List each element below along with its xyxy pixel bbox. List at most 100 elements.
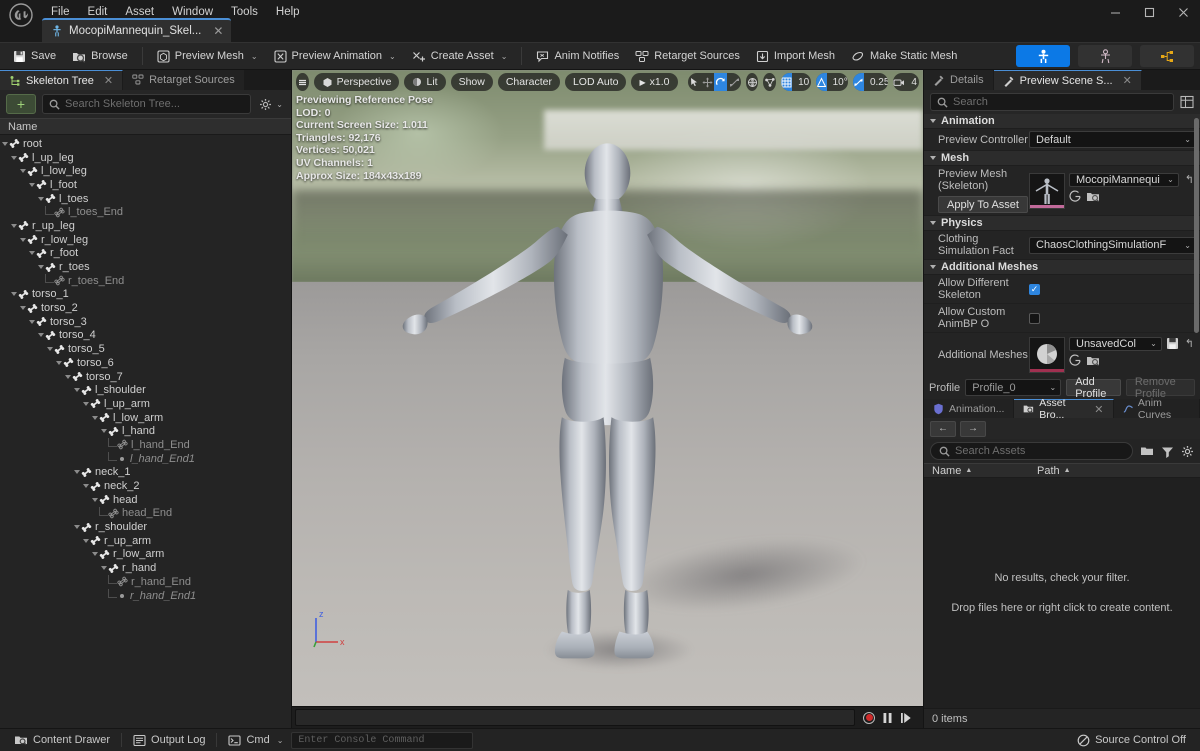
tree-expand-arrow[interactable] [36, 196, 45, 201]
tree-expand-arrow[interactable] [9, 292, 18, 297]
preview-animation-chevron-down-icon[interactable]: ⌄ [389, 52, 396, 61]
grid-snap-value[interactable]: 10 [792, 73, 811, 91]
select-tool-button[interactable] [688, 73, 701, 91]
viewport-menu-button[interactable] [296, 73, 309, 91]
world-coordinate-button[interactable] [745, 73, 759, 91]
asset-browser-search-input[interactable]: Search Assets [930, 442, 1133, 460]
clothing-simulation-dropdown[interactable]: ChaosClothingSimulationF ⌄ [1029, 236, 1196, 254]
asset-browser-forward-button[interactable]: → [960, 420, 986, 437]
tree-expand-arrow[interactable] [99, 566, 108, 571]
preview-mesh-chevron-down-icon[interactable]: ⌄ [251, 52, 258, 61]
angle-snap-value[interactable]: 10° [827, 73, 848, 91]
import-mesh-button[interactable]: Import Mesh [749, 45, 842, 67]
rotate-tool-button[interactable] [714, 73, 728, 91]
menu-help[interactable]: Help [267, 3, 309, 21]
additional-meshes-dropdown[interactable]: UnsavedCol ⌄ [1069, 336, 1162, 351]
retarget-sources-button[interactable]: Retarget Sources [628, 45, 747, 67]
grid-snap-toggle[interactable] [781, 73, 793, 91]
record-button[interactable] [863, 711, 875, 724]
preview-animation-button[interactable]: Preview Animation ⌄ [267, 45, 403, 67]
skeleton-tree-row[interactable]: head [0, 493, 291, 507]
viewport-playback-speed-button[interactable]: ▶ x1.0 [631, 73, 678, 91]
tab-skeleton-tree[interactable]: Skeleton Tree ✕ [0, 70, 124, 90]
cmd-dropdown-button[interactable]: Cmd ⌄ [220, 731, 291, 749]
skeleton-tree-row[interactable]: l_low_arm [0, 411, 291, 425]
add-profile-button[interactable]: Add Profile [1066, 376, 1121, 400]
output-log-button[interactable]: Output Log [125, 731, 213, 749]
tree-expand-arrow[interactable] [81, 538, 90, 543]
skeleton-tree-search-input[interactable]: Search Skeleton Tree... [42, 94, 252, 114]
pause-button[interactable] [882, 712, 893, 724]
tree-expand-arrow[interactable] [27, 182, 36, 187]
skeleton-tree-row[interactable]: l_hand_End1 [0, 452, 291, 466]
viewport-character-menu-button[interactable]: Character [497, 73, 560, 91]
tree-expand-arrow[interactable] [72, 525, 81, 530]
tree-expand-arrow[interactable] [81, 484, 90, 489]
skeleton-tree-row[interactable]: l_toes [0, 192, 291, 206]
save-button[interactable]: Save [6, 45, 63, 67]
scale-tool-button[interactable] [727, 73, 740, 91]
skeleton-tree-row[interactable]: r_low_arm [0, 548, 291, 562]
category-animation[interactable]: Animation [924, 114, 1200, 129]
asset-tab-mocopi-mannequin-skeleton[interactable]: MocopiMannequin_Skel... ✕ [42, 18, 232, 42]
details-properties-scrollarea[interactable]: Animation Preview Controller Default ⌄ M… [924, 114, 1200, 376]
column-header-path[interactable]: Path ▲ [1029, 464, 1079, 477]
skeleton-tree-settings-button[interactable]: ⌄ [257, 98, 285, 111]
tree-expand-arrow[interactable] [90, 497, 99, 502]
translate-tool-button[interactable] [701, 73, 714, 91]
skeleton-tree-row[interactable]: r_hand_End1 [0, 589, 291, 603]
skeleton-tree-row[interactable]: l_low_leg [0, 164, 291, 178]
skeleton-tree-row[interactable]: torso_7 [0, 370, 291, 384]
tree-expand-arrow[interactable] [18, 306, 27, 311]
category-physics[interactable]: Physics [924, 216, 1200, 231]
browse-to-asset-icon[interactable] [1069, 189, 1082, 203]
scale-snap-toggle[interactable] [852, 73, 864, 91]
asset-browser-back-button[interactable]: ← [930, 420, 956, 437]
skeleton-tree-row[interactable]: torso_5 [0, 342, 291, 356]
tab-retarget-sources[interactable]: Retarget Sources [123, 70, 245, 90]
maximize-button[interactable] [1132, 0, 1166, 24]
tab-preview-scene-settings-close-icon[interactable]: ✕ [1123, 74, 1132, 87]
tree-expand-arrow[interactable] [36, 333, 45, 338]
tree-expand-arrow[interactable] [36, 265, 45, 270]
tab-skeleton-tree-close-icon[interactable]: ✕ [104, 74, 113, 87]
viewport-viewmode-lit-button[interactable]: Lit [404, 73, 446, 91]
save-asset-icon[interactable] [1166, 337, 1179, 350]
create-asset-button[interactable]: Create Asset ⌄ [405, 45, 515, 67]
console-command-input[interactable]: Enter Console Command [291, 731, 474, 749]
asset-browser-empty-state[interactable]: No results, check your filter. Drop file… [924, 478, 1200, 708]
additional-meshes-thumbnail[interactable] [1029, 336, 1065, 373]
3d-viewport[interactable]: Perspective Lit Show Character LOD Auto [292, 70, 923, 706]
skeleton-tree-row[interactable]: l_up_leg [0, 151, 291, 165]
make-static-mesh-button[interactable]: Make Static Mesh [844, 45, 964, 67]
skeleton-tree-row[interactable]: neck_2 [0, 479, 291, 493]
skeleton-tree-row[interactable]: r_up_leg [0, 219, 291, 233]
use-selected-asset-icon[interactable] [1086, 354, 1100, 367]
tree-expand-arrow[interactable] [99, 429, 108, 434]
browse-button[interactable]: Browse [65, 45, 135, 67]
content-drawer-button[interactable]: Content Drawer [6, 731, 118, 749]
remove-profile-button[interactable]: Remove Profile [1125, 376, 1195, 400]
camera-speed-toggle[interactable] [893, 73, 905, 91]
skeleton-tree-row[interactable]: torso_6 [0, 356, 291, 370]
tree-expand-arrow[interactable] [81, 401, 90, 406]
anim-notifies-button[interactable]: Anim Notifies [529, 45, 626, 67]
tree-expand-arrow[interactable] [27, 319, 36, 324]
category-mesh[interactable]: Mesh [924, 151, 1200, 166]
tree-expand-arrow[interactable] [90, 552, 99, 557]
skeleton-tree-row[interactable]: r_low_leg [0, 233, 291, 247]
use-selected-asset-icon[interactable] [1086, 190, 1100, 203]
details-scrollbar[interactable] [1194, 118, 1199, 333]
apply-to-asset-button[interactable]: Apply To Asset [938, 196, 1028, 213]
tree-expand-arrow[interactable] [0, 141, 9, 146]
tree-expand-arrow[interactable] [9, 223, 18, 228]
angle-snap-toggle[interactable] [815, 73, 827, 91]
allow-different-skeletons-checkbox[interactable]: ✓ [1029, 283, 1040, 295]
tree-expand-arrow[interactable] [72, 470, 81, 475]
skeleton-tree-row[interactable]: l_up_arm [0, 397, 291, 411]
viewport-show-menu-button[interactable]: Show [450, 73, 493, 91]
asset-browser-settings-gear-icon[interactable] [1181, 445, 1194, 458]
skeleton-tree-row[interactable]: r_foot [0, 247, 291, 261]
skeleton-tree-row[interactable]: torso_1 [0, 288, 291, 302]
skeleton-tree-row[interactable]: neck_1 [0, 466, 291, 480]
